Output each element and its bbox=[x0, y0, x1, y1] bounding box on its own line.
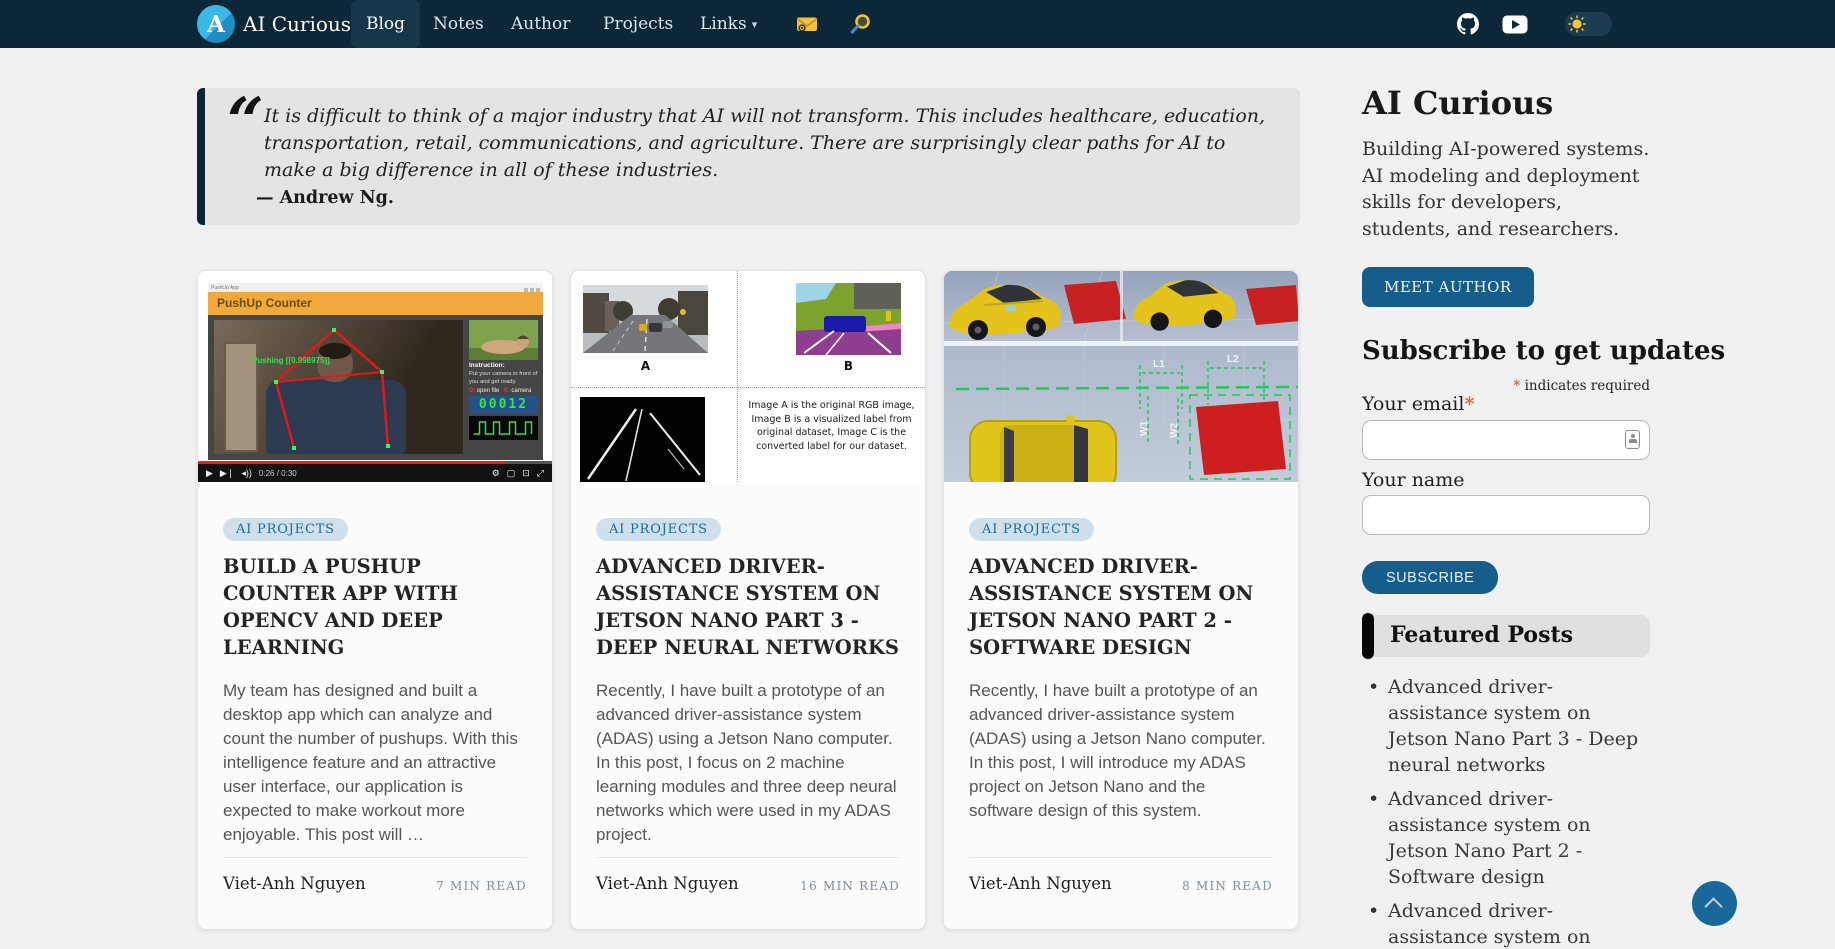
window-controls-icon bbox=[522, 279, 540, 297]
measure-label-l2: L2 bbox=[1227, 354, 1239, 365]
featured-post-link[interactable]: Advanced driver-assistance system on Jet… bbox=[1366, 786, 1650, 890]
sidebar-description: Building AI-powered systems. AI modeling… bbox=[1362, 136, 1654, 242]
meet-author-button[interactable]: MEET AUTHOR bbox=[1362, 267, 1534, 307]
image-caption: Image A is the original RGB image, Image… bbox=[744, 399, 919, 453]
theater-icon[interactable]: ⊡ bbox=[522, 468, 530, 479]
quote-text: It is difficult to think of a major indu… bbox=[264, 103, 1280, 184]
post-title[interactable]: BUILD A PUSHUP COUNTER APP WITH OPENCV A… bbox=[223, 553, 527, 661]
name-field[interactable] bbox=[1362, 495, 1650, 535]
post-thumbnail-image: A B Image A is the origin bbox=[571, 271, 925, 482]
category-badge[interactable]: AI PROJECTS bbox=[223, 518, 348, 541]
instruction-title: Instruction: bbox=[469, 362, 538, 369]
signal-waveform bbox=[469, 416, 538, 440]
window-title: PushUp App bbox=[211, 285, 239, 291]
read-time: 7 MIN READ bbox=[436, 874, 527, 893]
sidebar-site-title: AI Curious bbox=[1362, 84, 1553, 122]
subscribe-button[interactable]: SUBSCRIBE bbox=[1362, 561, 1498, 594]
post-card[interactable]: A B Image A is the origin bbox=[570, 270, 926, 930]
instruction-photo bbox=[469, 320, 538, 360]
post-author: Viet-Anh Nguyen bbox=[596, 874, 739, 893]
post-title[interactable]: ADVANCED DRIVER-ASSISTANCE SYSTEM ON JET… bbox=[596, 553, 900, 661]
rgb-street-image bbox=[583, 285, 708, 353]
post-author: Viet-Anh Nguyen bbox=[223, 874, 366, 893]
next-icon[interactable]: ▶❘ bbox=[220, 468, 234, 479]
lane-label-image bbox=[580, 397, 705, 482]
read-time: 16 MIN READ bbox=[800, 874, 900, 893]
post-excerpt: Recently, I have built a prototype of an… bbox=[969, 679, 1273, 823]
email-icon[interactable] bbox=[796, 15, 818, 33]
webcam-view: Pushing [[0.998975]] bbox=[214, 320, 463, 454]
shortcut-keys: O:open file C:camera bbox=[469, 388, 538, 394]
sun-icon bbox=[1568, 15, 1586, 33]
top-navbar: A AI Curious Blog Notes Author Projects … bbox=[0, 0, 1835, 48]
quote-mark: “ bbox=[227, 84, 264, 159]
category-badge[interactable]: AI PROJECTS bbox=[596, 518, 721, 541]
instruction-text: Put your camera in front of you and get … bbox=[469, 371, 538, 386]
post-excerpt: Recently, I have built a prototype of an… bbox=[596, 679, 900, 847]
site-logo[interactable]: A bbox=[197, 5, 235, 43]
post-author: Viet-Anh Nguyen bbox=[969, 874, 1112, 893]
search-icon[interactable] bbox=[849, 13, 871, 35]
image-label-b: B bbox=[796, 359, 901, 373]
post-card[interactable]: L1 L2 W1 W2 AI PROJECTS ADVANCED DRIVER-… bbox=[943, 270, 1299, 930]
email-label: Your email* bbox=[1362, 393, 1474, 415]
pushup-counter: 00012 bbox=[469, 396, 538, 414]
image-label-a: A bbox=[583, 359, 708, 373]
app-header: PushUp Counter bbox=[208, 292, 543, 315]
nav-item-author[interactable]: Author bbox=[511, 0, 570, 48]
volume-icon[interactable]: ◂)) bbox=[241, 468, 252, 479]
segmentation-image bbox=[796, 283, 901, 355]
youtube-icon[interactable] bbox=[1502, 15, 1528, 34]
settings-icon[interactable]: ⚙ bbox=[492, 468, 500, 479]
featured-post-link[interactable]: Advanced driver-assistance system on Jet… bbox=[1366, 674, 1650, 778]
post-thumbnail-video[interactable]: PushUp App PushUp Counter bbox=[198, 271, 552, 482]
pip-icon[interactable]: ▢ bbox=[507, 468, 516, 479]
brand-title[interactable]: AI Curious bbox=[243, 0, 351, 48]
pose-skeleton bbox=[214, 320, 463, 454]
name-label: Your name bbox=[1362, 469, 1465, 491]
featured-post-link[interactable]: Advanced driver-assistance system on Jet… bbox=[1366, 898, 1650, 949]
featured-accent-bar bbox=[1362, 613, 1374, 659]
detection-label: Pushing [[0.998975]] bbox=[252, 356, 330, 365]
fullscreen-icon[interactable]: ⤢ bbox=[537, 468, 544, 479]
github-icon[interactable] bbox=[1457, 13, 1479, 35]
chevron-up-icon bbox=[1704, 897, 1722, 915]
chevron-down-icon: ▾ bbox=[752, 18, 758, 31]
quote-block: “ It is difficult to think of a major in… bbox=[197, 88, 1300, 225]
email-field[interactable] bbox=[1362, 420, 1650, 460]
category-badge[interactable]: AI PROJECTS bbox=[969, 518, 1094, 541]
read-time: 8 MIN READ bbox=[1182, 874, 1273, 893]
nav-item-blog[interactable]: Blog bbox=[351, 0, 420, 48]
scroll-to-top-button[interactable] bbox=[1692, 881, 1737, 926]
post-card[interactable]: PushUp App PushUp Counter bbox=[197, 270, 553, 930]
quote-attribution: — Andrew Ng. bbox=[256, 188, 394, 208]
subscribe-heading: Subscribe to get updates bbox=[1362, 336, 1725, 366]
featured-posts-header: Featured Posts bbox=[1362, 615, 1650, 657]
play-icon[interactable]: ▶ bbox=[206, 468, 213, 479]
post-thumbnail-image: L1 L2 W1 W2 bbox=[944, 271, 1298, 482]
nav-item-projects[interactable]: Projects bbox=[603, 0, 673, 48]
video-timestamp: 0:26 / 0:30 bbox=[259, 469, 297, 478]
nav-item-links-dropdown[interactable]: Links ▾ bbox=[700, 0, 757, 48]
theme-toggle[interactable] bbox=[1565, 12, 1612, 36]
measure-label-w2: W2 bbox=[1169, 423, 1180, 438]
logo-letter: A bbox=[207, 11, 225, 38]
measure-label-l1: L1 bbox=[1153, 359, 1165, 370]
page: A AI Curious Blog Notes Author Projects … bbox=[0, 0, 1835, 949]
featured-posts-list: Advanced driver-assistance system on Jet… bbox=[1366, 674, 1650, 949]
video-controls: ▶ ▶❘ ◂)) 0:26 / 0:30 ⚙ ▢ ⊡ ⤢ bbox=[198, 464, 552, 482]
autofill-icon bbox=[1625, 430, 1640, 449]
car-simulation-image: L1 L2 W1 W2 bbox=[944, 271, 1298, 482]
app-window: PushUp App PushUp Counter bbox=[208, 283, 543, 460]
required-note: * indicates required bbox=[1362, 378, 1650, 394]
measure-label-w1: W1 bbox=[1139, 421, 1150, 436]
post-title[interactable]: ADVANCED DRIVER-ASSISTANCE SYSTEM ON JET… bbox=[969, 553, 1273, 661]
nav-item-notes[interactable]: Notes bbox=[433, 0, 484, 48]
post-excerpt: My team has designed and built a desktop… bbox=[223, 679, 527, 847]
